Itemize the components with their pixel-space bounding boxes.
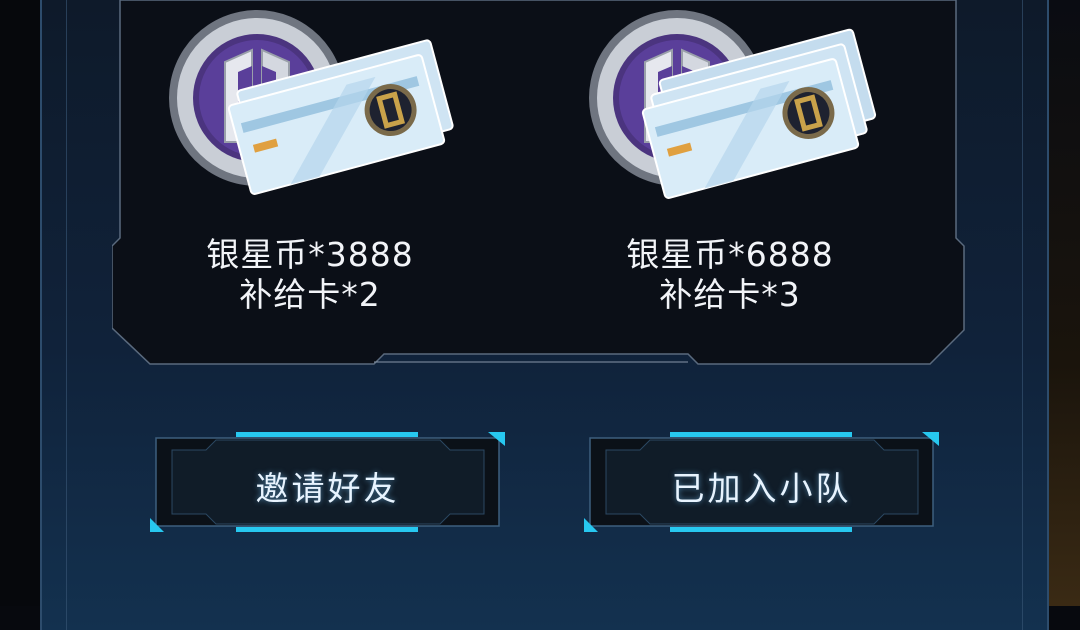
invite-friend-label: 邀请好友 bbox=[255, 469, 400, 508]
reward-art-1 bbox=[169, 10, 454, 195]
joined-team-label: 已加入小队 bbox=[671, 469, 852, 508]
card-reward-text: 补给卡*3 bbox=[659, 275, 801, 314]
reward-item-1: 银星币*3888 补给卡*2 bbox=[160, 0, 460, 350]
invite-friend-button[interactable]: 邀请好友 bbox=[150, 432, 505, 532]
reward-item-2: 银星币*6888 补给卡*3 bbox=[580, 0, 880, 350]
card-reward-text: 补给卡*2 bbox=[239, 275, 381, 314]
joined-team-button[interactable]: 已加入小队 bbox=[584, 432, 939, 532]
reward-art-2 bbox=[589, 10, 877, 199]
